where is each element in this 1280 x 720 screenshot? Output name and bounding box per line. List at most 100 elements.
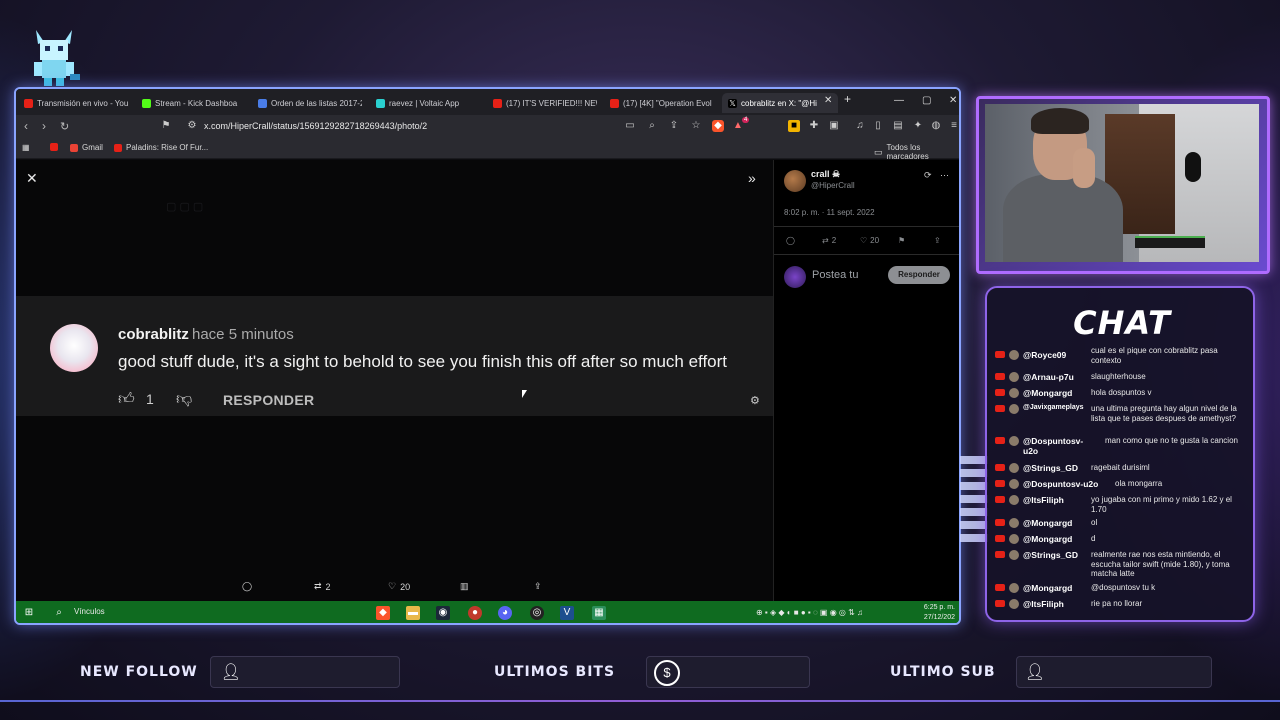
- close-window-icon[interactable]: ✕: [949, 95, 957, 106]
- close-viewer-icon[interactable]: ✕: [26, 170, 38, 187]
- thumbs-down-icon[interactable]: 👎︎: [176, 390, 192, 409]
- more-options-icon[interactable]: ⋯: [940, 170, 949, 181]
- tweet-retweet[interactable]: ⇄ 2: [822, 236, 836, 245]
- close-tab-icon[interactable]: ✕: [824, 95, 832, 106]
- star-icon[interactable]: ☆: [690, 120, 702, 132]
- forward-icon[interactable]: ›: [42, 119, 46, 133]
- discord-icon[interactable]: ◕: [498, 606, 512, 620]
- chat-username[interactable]: @ItsFiliph: [1023, 599, 1064, 609]
- share-icon[interactable]: ⇪: [668, 120, 680, 132]
- wallet-icon[interactable]: ▤: [892, 120, 904, 132]
- tweet-reply-icon[interactable]: ◯: [786, 236, 795, 245]
- chat-username[interactable]: @Strings_GD: [1023, 550, 1078, 560]
- comment-username[interactable]: cobrablitz: [118, 326, 189, 343]
- leo-icon[interactable]: ✦: [912, 120, 924, 132]
- bookmark-icon[interactable]: ⚑: [898, 236, 905, 245]
- tab-x-active[interactable]: 𝕏cobrablitz en X: "@Hi: [722, 93, 838, 113]
- voltaic-app-icon[interactable]: V: [560, 606, 574, 620]
- chat-text: man como que no te gusta la cancion: [1105, 436, 1238, 445]
- chat-username[interactable]: @Mongargd: [1023, 388, 1072, 398]
- steam-icon[interactable]: ◉: [436, 606, 450, 620]
- minimize-icon[interactable]: —: [894, 95, 904, 106]
- url-field[interactable]: x.com/HiperCrall/status/1569129282718269…: [204, 121, 427, 131]
- system-tray-icons[interactable]: ⊕ ▪ ◈ ◆ ◐ ■ ● ▪ ◌ ▣ ◉ ◎ ⇅ ♫: [756, 608, 863, 617]
- tweet-author-avatar[interactable]: [784, 170, 806, 192]
- chat-username[interactable]: @Arnau-p7u: [1023, 372, 1074, 382]
- bookmark-gmail[interactable]: Gmail: [70, 143, 103, 152]
- folder-icon[interactable]: ▬: [406, 606, 420, 620]
- tab-youtube-verified[interactable]: (17) IT'S VERIFIED!!! NEW: [493, 93, 597, 113]
- chat-username[interactable]: @Strings_GD: [1023, 463, 1078, 473]
- site-info-icon[interactable]: ⚙: [186, 120, 198, 132]
- chat-username[interactable]: @ItsFiliph: [1023, 495, 1064, 505]
- expand-sidebar-icon[interactable]: »: [748, 170, 756, 186]
- windows-start-icon[interactable]: ⊞: [22, 606, 36, 620]
- tweet-author-name[interactable]: crall ☠: [811, 169, 840, 180]
- like-action[interactable]: ♡ 20: [388, 581, 410, 592]
- taskbar-clock[interactable]: 6:25 p. m. 27/12/202: [924, 603, 955, 623]
- analytics-icon[interactable]: ▥: [460, 581, 469, 592]
- tab-youtube-live[interactable]: Transmisión en vivo - You: [24, 93, 132, 113]
- tab-kick-dashboard[interactable]: Stream - Kick Dashboa: [142, 93, 246, 113]
- bookmark-youtube[interactable]: [50, 143, 58, 151]
- avatar: [1009, 404, 1019, 414]
- reload-icon[interactable]: ↻: [60, 120, 69, 133]
- commenter-avatar[interactable]: [50, 324, 98, 372]
- vpn-icon[interactable]: ◍: [930, 120, 942, 132]
- media-icon[interactable]: ▣: [828, 120, 840, 132]
- chat-username[interactable]: @Javixgameplays: [1023, 404, 1084, 411]
- retweet-action[interactable]: ⇄ 2: [314, 581, 331, 592]
- sidebar-icon[interactable]: ▯: [872, 120, 884, 132]
- chat-username[interactable]: @Mongargd: [1023, 534, 1072, 544]
- settings-icon[interactable]: ⚙: [750, 394, 760, 407]
- chat-username[interactable]: @Mongargd: [1023, 518, 1072, 528]
- screen-icon[interactable]: ▭: [624, 120, 636, 132]
- menu-icon[interactable]: ≡: [948, 120, 959, 132]
- back-icon[interactable]: ‹: [24, 119, 28, 133]
- music-icon[interactable]: ♫: [854, 120, 866, 132]
- tab-sheets-lists[interactable]: Orden de las listas 2017-2: [258, 93, 362, 113]
- obs-icon[interactable]: ●: [468, 606, 482, 620]
- reply-input[interactable]: Postea tu: [812, 269, 858, 281]
- tweet-like[interactable]: ♡ 20: [860, 236, 879, 245]
- tab-youtube-operation[interactable]: (17) [4K] "Operation Evol: [610, 93, 714, 113]
- bookmark-paladins[interactable]: Paladins: Rise Of Fur...: [114, 143, 208, 152]
- chat-message: @Dospuntosv-u2o ola mongarra: [995, 479, 1249, 491]
- chat-text: ola mongarra: [1115, 479, 1163, 488]
- avatar: [1009, 495, 1019, 505]
- thumbs-up-icon[interactable]: 👍︎: [118, 390, 135, 409]
- avatar: [1009, 518, 1019, 528]
- taskbar-search-label[interactable]: Vínculos: [74, 607, 105, 616]
- youtube-comment-card: cobrablitz hace 5 minutos good stuff dud…: [16, 296, 773, 416]
- share-icon[interactable]: ⇪: [534, 581, 542, 592]
- grok-icon[interactable]: ⟳: [924, 170, 932, 181]
- chat-username[interactable]: @Mongargd: [1023, 583, 1072, 593]
- maximize-icon[interactable]: ▢: [922, 95, 931, 106]
- brave-shield-icon[interactable]: ◆: [712, 120, 724, 132]
- extension-icon[interactable]: ■: [788, 120, 800, 132]
- brave-icon[interactable]: ◆: [376, 606, 390, 620]
- app-icon[interactable]: ▦: [592, 606, 606, 620]
- overwatch-icon[interactable]: ◎: [530, 606, 544, 620]
- youtube-icon: [995, 389, 1005, 396]
- puzzle-icon[interactable]: ✚: [808, 120, 820, 132]
- search-icon[interactable]: ⌕: [52, 606, 66, 620]
- chat-username[interactable]: @Dospuntosv-u2o: [1023, 436, 1093, 456]
- all-bookmarks[interactable]: ▭ Todos los marcadores: [874, 143, 959, 161]
- tab-voltaic[interactable]: raevez | Voltaic App: [376, 93, 480, 113]
- chat-username[interactable]: @Dospuntosv-u2o: [1023, 479, 1098, 489]
- reply-submit-button[interactable]: Responder: [888, 266, 950, 284]
- share-icon[interactable]: ⇪: [934, 236, 941, 245]
- apps-icon[interactable]: ▦: [22, 143, 30, 152]
- zoom-icon[interactable]: ⌕: [646, 120, 658, 132]
- chat-text: @dospuntosv tu k: [1091, 583, 1156, 592]
- photo-action-bar: ◯ ⇄ 2 ♡ 20 ▥ ⇪: [16, 578, 773, 600]
- comment-text: good stuff dude, it's a sight to behold …: [118, 352, 728, 371]
- chat-username[interactable]: @Royce09: [1023, 350, 1066, 360]
- reply-icon[interactable]: ◯: [242, 581, 252, 592]
- tweet-author-handle[interactable]: @HiperCrall: [811, 181, 855, 190]
- new-tab-button[interactable]: +: [844, 92, 851, 106]
- chat-text: realmente rae nos esta mintiendo, el esc…: [1091, 550, 1230, 578]
- reply-button[interactable]: RESPONDER: [223, 392, 314, 408]
- bookmark-icon[interactable]: ⚑: [160, 120, 172, 132]
